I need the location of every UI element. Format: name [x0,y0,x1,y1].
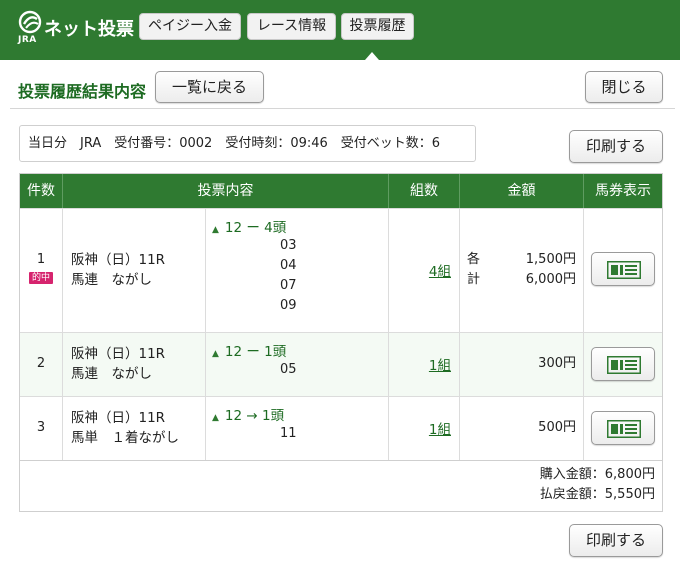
table-row: 3 阪神（日）11R 馬単 １着ながし ▲ 12 → 1頭 11 1組 500円 [20,396,662,460]
print-button-bottom[interactable]: 印刷する [569,524,663,557]
selection: 07 [280,278,297,293]
amount: 500円 [538,420,576,435]
back-to-list-button[interactable]: 一覧に戻る [155,71,264,103]
selection: 04 [280,258,297,273]
header-amount: 金額 [460,174,584,208]
logo-text: ネット投票 [44,19,134,40]
row-number: 2 [36,356,46,371]
close-button[interactable]: 閉じる [585,71,663,103]
race-name: 阪神（日）11R [71,410,166,426]
ticket-view-button[interactable] [591,252,655,286]
ticket-view-icon [607,356,641,374]
race-name: 阪神（日）11R [71,252,166,268]
bet-type: 馬単 １着ながし [71,430,179,446]
title-divider [10,108,675,109]
row-number: 1 [36,252,46,267]
header-count: 件数 [20,174,63,208]
combo-head: 12 → 1頭 [224,408,285,424]
app-header: JRA ネット投票 ペイジー入金 レース情報 投票履歴 [0,0,680,60]
selection: 09 [280,298,297,313]
selection: 11 [280,426,297,441]
logo-sub-text: JRA [18,35,37,45]
jra-logo-icon [18,10,42,34]
header-ticket: 馬券表示 [584,174,662,208]
amount-each-label: 各 [467,252,481,267]
amount-total-label: 計 [467,272,481,287]
header-combos: 組数 [389,174,460,208]
jra-logo[interactable]: JRA ネット投票 [18,10,134,46]
nav-vote-history[interactable]: 投票履歴 [341,13,414,40]
expand-arrow-icon: ▲ [212,225,219,235]
receipt-info: 当日分 JRA 受付番号：0002 受付時刻：09:46 受付ベット数：6 [19,125,476,162]
bet-type: 馬連 ながし [71,366,152,382]
combo-head: 12 ー 1頭 [224,344,287,360]
combo-head: 12 ー 4頭 [224,220,287,236]
expand-arrow-icon: ▲ [212,349,219,359]
print-button-top[interactable]: 印刷する [569,130,663,163]
race-name: 阪神（日）11R [71,346,166,362]
combo-count-link[interactable]: 1組 [429,422,451,438]
row-number: 3 [36,420,46,435]
amount-each: 1,500円 [525,252,576,267]
page-title: 投票履歴結果内容 [18,82,147,101]
bet-type: 馬連 ながし [71,272,152,288]
hit-badge: 的中 [28,272,53,284]
payment-summary: 購入金額：6,800円 払戻金額：5,550円 [19,460,663,512]
header-content: 投票内容 [63,174,389,208]
combo-count-link[interactable]: 4組 [429,264,451,280]
ticket-view-button[interactable] [591,347,655,381]
active-nav-pointer [365,52,379,60]
expand-arrow-icon: ▲ [212,413,219,423]
ticket-view-icon [607,261,641,279]
table-row: 2 阪神（日）11R 馬連 ながし ▲ 12 ー 1頭 05 1組 300円 [20,332,662,396]
purchase-total: 購入金額：6,800円 [539,467,655,482]
nav-race-info[interactable]: レース情報 [247,13,336,40]
ticket-view-icon [607,420,641,438]
amount-total: 6,000円 [525,272,576,287]
ticket-view-button[interactable] [591,411,655,445]
nav-payeasy-deposit[interactable]: ペイジー入金 [139,13,241,40]
bet-history-table: 件数 投票内容 組数 金額 馬券表示 1 的中 阪神（日）11R 馬連 ながし … [19,173,663,461]
refund-total: 払戻金額：5,550円 [539,487,655,502]
history-result-panel: 投票履歴結果内容 一覧に戻る 閉じる 当日分 JRA 受付番号：0002 受付時… [0,60,680,571]
selection: 05 [280,362,297,377]
selection: 03 [280,238,297,253]
table-row: 1 的中 阪神（日）11R 馬連 ながし ▲ 12 ー 4頭 03 04 07 0… [20,208,662,332]
combo-count-link[interactable]: 1組 [429,358,451,374]
amount: 300円 [538,356,576,371]
